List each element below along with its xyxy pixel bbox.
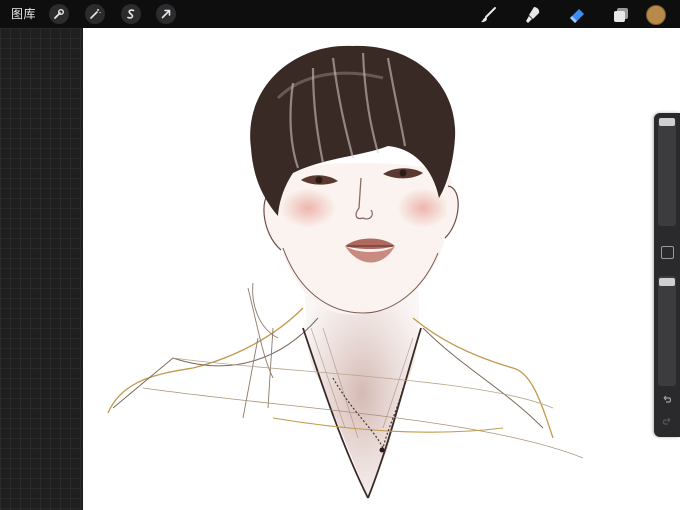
transform-arrow-icon [161, 9, 171, 19]
portrait-sketch [107, 45, 584, 499]
gallery-button[interactable]: 图库 [11, 6, 36, 22]
selection-button[interactable] [121, 4, 141, 24]
transform-button[interactable] [156, 4, 176, 24]
side-controls [654, 113, 680, 437]
opacity-slider[interactable] [658, 276, 676, 386]
layers-button[interactable] [610, 4, 632, 26]
brush-size-thumb[interactable] [659, 118, 675, 126]
undo-icon[interactable] [659, 393, 675, 407]
brush-size-slider[interactable] [658, 118, 676, 226]
layers-icon [614, 8, 628, 22]
redo-icon[interactable] [659, 415, 675, 429]
selection-icon [127, 9, 135, 19]
top-toolbar: 图库 [0, 0, 680, 28]
color-button[interactable] [646, 5, 666, 25]
eraser-button[interactable] [566, 4, 588, 26]
brush-button[interactable] [478, 4, 500, 26]
smudge-button[interactable] [522, 4, 544, 26]
smudge-icon [526, 7, 540, 23]
opacity-thumb[interactable] [659, 278, 675, 286]
drawing-canvas[interactable] [83, 28, 680, 510]
actions-button[interactable] [49, 4, 69, 24]
wrench-icon [54, 9, 64, 19]
brush-icon [481, 7, 496, 23]
eraser-icon [570, 9, 584, 23]
workspace-background [0, 28, 82, 510]
adjustments-button[interactable] [85, 4, 105, 24]
magic-wand-icon [90, 9, 101, 19]
redo-arrow-icon [662, 417, 671, 425]
modify-button[interactable] [661, 246, 674, 259]
undo-arrow-icon [663, 395, 672, 403]
